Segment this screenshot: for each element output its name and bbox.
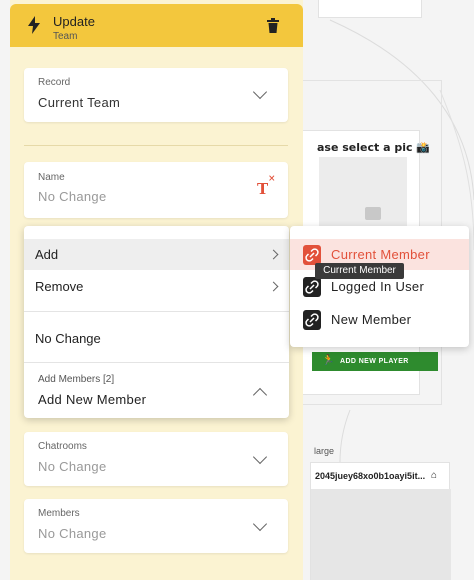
id-card[interactable]: 2045juey68xo0b1oayi5it... ⌂ bbox=[310, 462, 451, 580]
menu-item-label: Remove bbox=[35, 279, 84, 294]
runner-icon: 🏃 bbox=[322, 355, 335, 366]
menu-divider bbox=[24, 362, 289, 363]
chatrooms-label: Chatrooms bbox=[38, 441, 87, 452]
menu-item-remove[interactable]: Remove bbox=[24, 271, 289, 302]
home-icon[interactable]: ⌂ bbox=[431, 470, 437, 481]
chatrooms-field[interactable]: Chatrooms No Change bbox=[24, 432, 288, 486]
large-label: large bbox=[314, 446, 335, 456]
chevron-right-icon bbox=[268, 281, 279, 292]
submenu-item-new-member[interactable]: New Member bbox=[290, 304, 469, 335]
panel-subtitle: Team bbox=[53, 31, 78, 42]
chevron-down-icon[interactable] bbox=[252, 516, 268, 532]
add-members-label: Add Members [2] bbox=[38, 374, 115, 385]
record-value: Current Team bbox=[38, 95, 121, 110]
divider bbox=[24, 145, 288, 146]
menu-divider bbox=[24, 311, 289, 312]
chatrooms-value: No Change bbox=[38, 459, 107, 474]
submenu-item-label: Logged In User bbox=[331, 279, 425, 294]
chevron-down-icon[interactable] bbox=[252, 84, 268, 100]
add-members-menu: Add Remove No Change Add Members [2] Add… bbox=[24, 226, 289, 418]
menu-item-label: Add bbox=[35, 247, 59, 262]
record-field[interactable]: Record Current Team bbox=[24, 68, 288, 122]
tooltip: Current Member bbox=[315, 263, 404, 279]
panel-header: Update Team bbox=[10, 4, 303, 47]
name-field[interactable]: Name No Change T × bbox=[24, 162, 288, 218]
link-icon bbox=[303, 277, 321, 297]
add-new-player-button[interactable]: 🏃 ADD NEW PLAYER bbox=[312, 352, 438, 371]
panel-title: Update bbox=[53, 14, 95, 29]
id-card-body bbox=[311, 489, 451, 580]
members-field[interactable]: Members No Change bbox=[24, 499, 288, 553]
record-label: Record bbox=[38, 77, 71, 88]
chevron-right-icon bbox=[268, 249, 279, 260]
submenu-item-label: Current Member bbox=[331, 247, 430, 262]
bolt-icon bbox=[28, 16, 40, 34]
members-value: No Change bbox=[38, 526, 107, 541]
chevron-down-icon[interactable] bbox=[252, 449, 268, 465]
background-card-top bbox=[318, 0, 422, 18]
menu-item-no-change[interactable]: No Change bbox=[35, 331, 101, 346]
clear-format-icon[interactable]: T × bbox=[257, 174, 276, 198]
members-label: Members bbox=[38, 508, 80, 519]
trash-icon[interactable] bbox=[267, 18, 279, 33]
link-icon bbox=[303, 310, 321, 330]
chevron-up-icon[interactable] bbox=[252, 387, 268, 403]
name-label: Name bbox=[38, 172, 65, 183]
id-text: 2045juey68xo0b1oayi5it... bbox=[315, 471, 426, 481]
link-icon bbox=[303, 245, 321, 265]
name-value: No Change bbox=[38, 189, 107, 204]
picture-card-title: ase select a pic 📸 bbox=[317, 141, 431, 154]
add-members-value: Add New Member bbox=[38, 392, 147, 407]
menu-item-add[interactable]: Add bbox=[24, 239, 289, 270]
submenu-item-label: New Member bbox=[331, 312, 412, 327]
add-submenu: Current Member Logged In User New Member bbox=[290, 226, 469, 347]
add-new-player-label: ADD NEW PLAYER bbox=[340, 358, 409, 365]
image-icon bbox=[365, 207, 381, 220]
